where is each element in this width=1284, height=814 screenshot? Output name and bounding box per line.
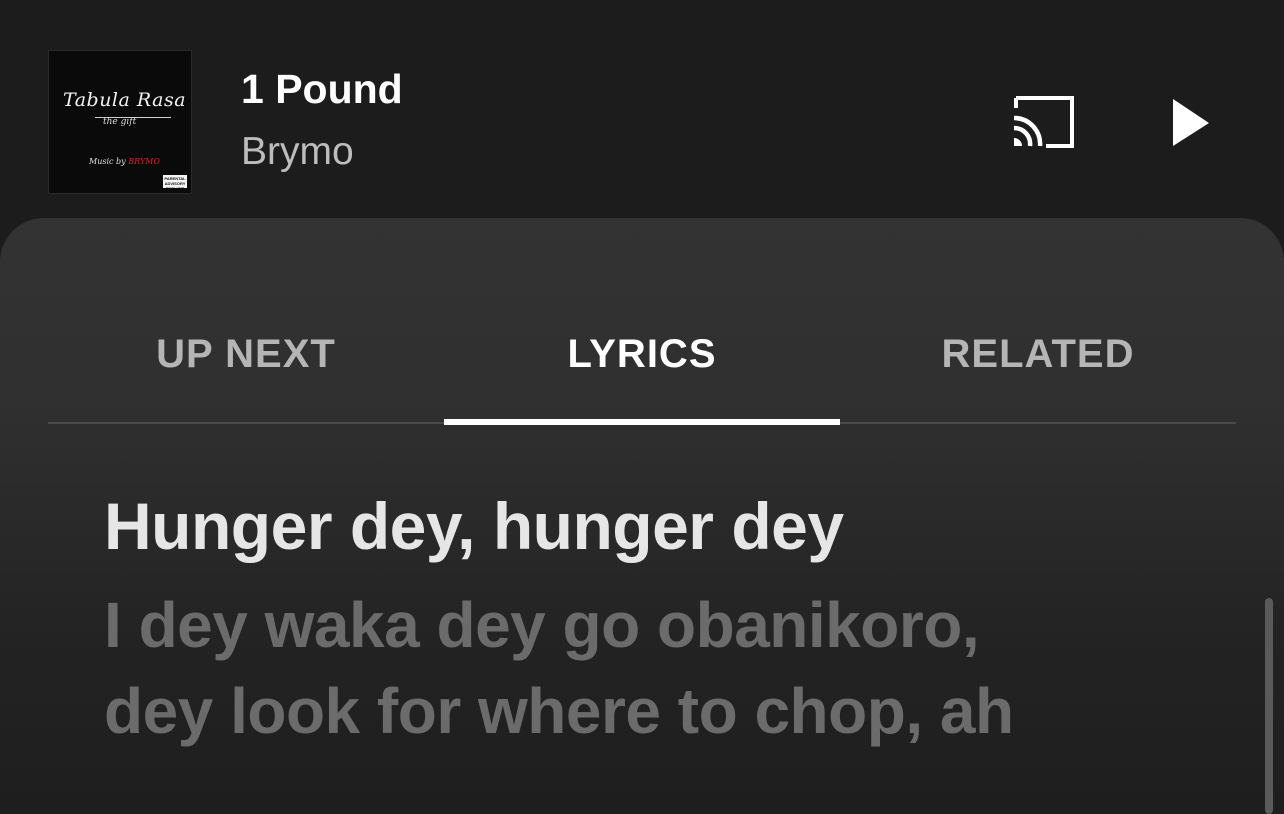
song-artist[interactable]: Brymo	[241, 130, 354, 174]
tab-lyrics[interactable]: LYRICS	[444, 306, 840, 422]
lyrics-scrollbar[interactable]	[1265, 598, 1273, 814]
active-tab-indicator	[444, 419, 840, 425]
cast-icon	[1013, 96, 1074, 148]
cast-button[interactable]	[1006, 92, 1082, 152]
tab-bar: UP NEXT LYRICS RELATED	[48, 306, 1236, 426]
upcoming-lyric-line: dey look for where to chop, ah	[104, 675, 1014, 747]
mini-player[interactable]: Tabula Rasa the gift Music by BRYMO PARE…	[0, 0, 1284, 220]
current-lyric-line: Hunger dey, hunger dey	[104, 489, 844, 563]
song-title[interactable]: 1 Pound	[241, 66, 403, 113]
album-art-credit: Music by BRYMO	[89, 157, 160, 166]
album-art-credit-artist: BRYMO	[128, 157, 160, 166]
album-art-subtitle: the gift	[103, 117, 137, 127]
parental-advisory-label: PARENTAL ADVISORY EXPLICIT CONTENT	[163, 175, 187, 188]
music-player-screen: Tabula Rasa the gift Music by BRYMO PARE…	[0, 0, 1284, 814]
play-button[interactable]	[1160, 92, 1220, 152]
album-art-title: Tabula Rasa	[63, 89, 187, 111]
album-art[interactable]: Tabula Rasa the gift Music by BRYMO PARE…	[48, 50, 192, 194]
tab-related[interactable]: RELATED	[840, 306, 1236, 422]
tab-up-next[interactable]: UP NEXT	[48, 306, 444, 422]
album-art-credit-prefix: Music by	[89, 157, 126, 166]
play-icon	[1173, 99, 1209, 146]
lyrics-panel: Hunger dey, hunger dey I dey waka dey go…	[104, 486, 1224, 754]
upcoming-lyric-line: I dey waka dey go obanikoro,	[104, 589, 980, 661]
lyrics-sheet: UP NEXT LYRICS RELATED Hunger dey, hunge…	[0, 218, 1284, 814]
